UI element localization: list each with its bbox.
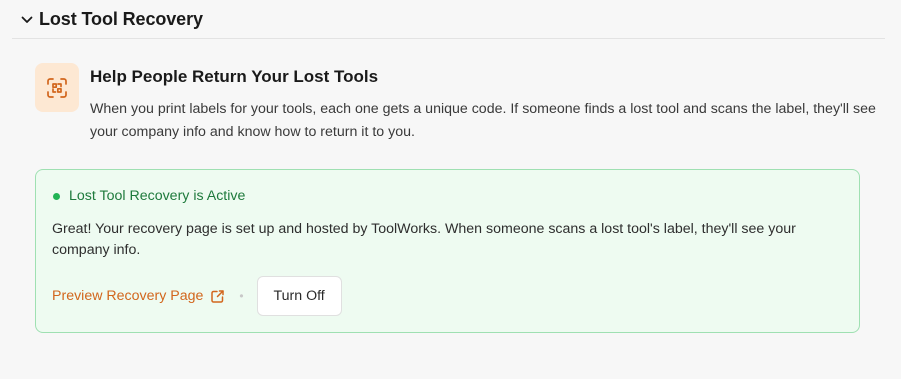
scan-qr-icon <box>35 63 79 112</box>
recovery-status-card: Lost Tool Recovery is Active Great! Your… <box>35 169 860 333</box>
chevron-down-icon[interactable] <box>18 11 36 29</box>
preview-link-label: Preview Recovery Page <box>52 288 204 304</box>
preview-recovery-page-link[interactable]: Preview Recovery Page <box>52 288 225 304</box>
status-indicator: Lost Tool Recovery is Active <box>53 188 245 204</box>
status-message: Great! Your recovery page is set up and … <box>52 221 796 258</box>
external-link-icon <box>210 289 225 304</box>
section-title: Lost Tool Recovery <box>39 8 203 29</box>
status-actions: Preview Recovery Page • Turn Off <box>52 276 342 316</box>
section-header[interactable]: Lost Tool Recovery <box>12 0 885 39</box>
intro-title: Help People Return Your Lost Tools <box>90 67 379 86</box>
action-separator: • <box>239 289 244 303</box>
status-dot-icon <box>53 192 60 200</box>
status-label: Lost Tool Recovery is Active <box>69 188 246 204</box>
turn-off-button[interactable]: Turn Off <box>256 276 342 316</box>
intro-description: When you print labels for your tools, ea… <box>90 101 876 140</box>
intro-block: Help People Return Your Lost Tools When … <box>35 63 876 144</box>
